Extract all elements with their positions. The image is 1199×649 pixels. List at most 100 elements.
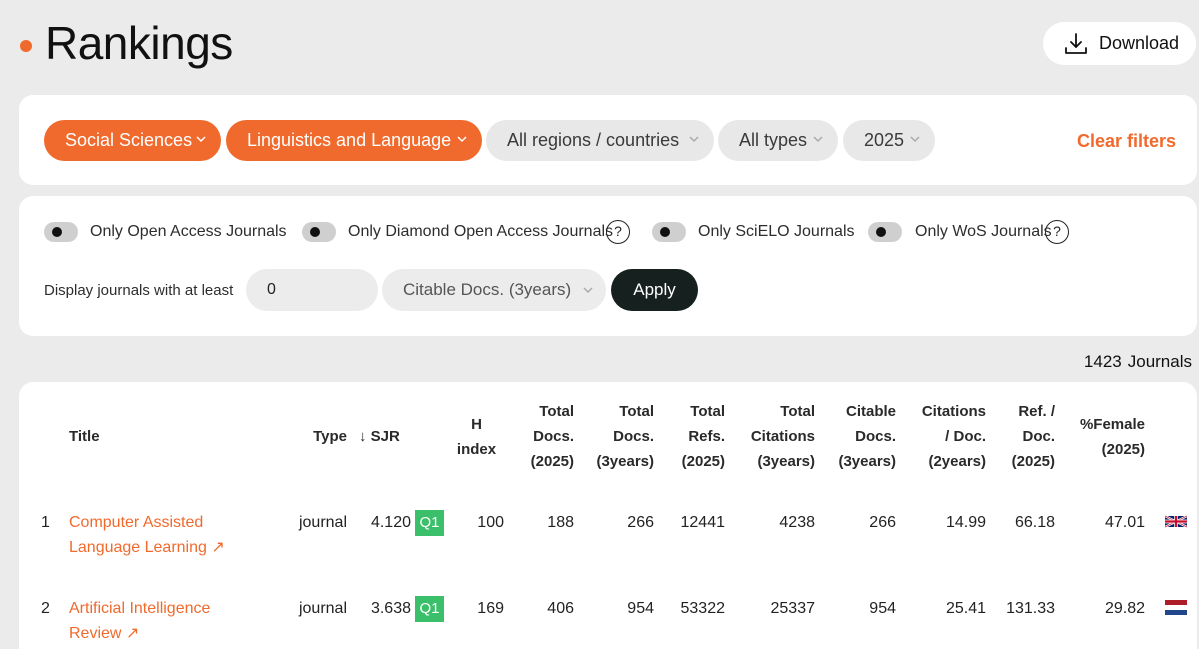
- journal-title-line: Artificial Intelligence: [69, 600, 211, 617]
- diamond-open-access-toggle[interactable]: [302, 222, 336, 242]
- header-line: (2025): [1101, 441, 1145, 458]
- threshold-input[interactable]: [246, 269, 378, 311]
- header-line: Refs.: [688, 428, 725, 445]
- result-count-number: 1423: [1083, 352, 1122, 371]
- uk-flag-icon: [1165, 515, 1187, 528]
- subject-area-value: Social Sciences: [65, 130, 193, 150]
- header-line: (2025): [1011, 453, 1055, 470]
- journal-title-link[interactable]: Artificial Intelligence Review ↗: [69, 596, 210, 646]
- chevron-down-icon: [196, 136, 206, 143]
- header-line: Total: [690, 403, 725, 420]
- total-docs-3y-value: 266: [627, 514, 654, 531]
- total-refs-value: 12441: [680, 514, 726, 531]
- region-value: All regions / countries: [507, 130, 680, 150]
- ref-per-doc-value: 131.33: [1006, 600, 1055, 617]
- filters-panel: Social Sciences Linguistics and Language…: [19, 95, 1197, 185]
- header-ref-per-doc[interactable]: Ref. / Doc. (2025): [995, 399, 1055, 474]
- header-line: (3years): [596, 453, 654, 470]
- header-line: Total: [539, 403, 574, 420]
- header-line: (2025): [681, 453, 725, 470]
- clear-filters-button[interactable]: Clear filters: [1077, 131, 1176, 152]
- h-index-value: 100: [477, 514, 504, 531]
- journal-type: journal: [298, 514, 347, 531]
- header-line: Doc.: [1022, 428, 1055, 445]
- chevron-down-icon: [583, 287, 593, 294]
- total-docs-year-value: 188: [547, 514, 574, 531]
- header-total-docs-3y[interactable]: Total Docs. (3years): [584, 399, 654, 474]
- sjr-value: 4.120: [370, 514, 411, 531]
- header-line: Citations: [921, 403, 986, 420]
- header-sjr[interactable]: ↓ SJR: [359, 424, 419, 449]
- threshold-metric-value: Citable Docs. (3years): [403, 280, 572, 299]
- quartile-badge: Q1: [415, 596, 444, 622]
- region-dropdown[interactable]: All regions / countries: [486, 120, 714, 161]
- journal-title-line: Review ↗: [69, 625, 140, 642]
- open-access-toggle[interactable]: [44, 222, 78, 242]
- netherlands-flag-icon: [1165, 600, 1187, 615]
- options-panel: Only Open Access Journals Only Diamond O…: [19, 196, 1197, 336]
- chevron-down-icon: [457, 136, 467, 143]
- type-dropdown[interactable]: All types: [718, 120, 838, 161]
- header-line: (2025): [530, 453, 574, 470]
- total-citations-value: 4238: [779, 514, 815, 531]
- female-value: 47.01: [1104, 514, 1145, 531]
- header-line: / Doc.: [945, 428, 986, 445]
- header-female[interactable]: %Female (2025): [1071, 412, 1145, 462]
- result-count: 1423 Journals: [1084, 352, 1192, 372]
- diamond-open-access-label: Only Diamond Open Access Journals: [348, 223, 614, 240]
- ref-per-doc-value: 66.18: [1014, 514, 1055, 531]
- download-button[interactable]: Download: [1043, 22, 1196, 65]
- total-refs-value: 53322: [680, 600, 726, 617]
- subject-category-value: Linguistics and Language: [247, 130, 452, 150]
- header-title[interactable]: Title: [69, 424, 100, 449]
- page-header: Rankings Download: [0, 0, 1199, 90]
- page-title: Rankings: [45, 17, 233, 69]
- header-line: Docs.: [855, 428, 896, 445]
- toggle-row: Only Open Access Journals Only Diamond O…: [19, 220, 1197, 244]
- header-total-docs-year[interactable]: Total Docs. (2025): [514, 399, 574, 474]
- chevron-down-icon: [689, 136, 699, 143]
- header-citations-per-doc[interactable]: Citations / Doc. (2years): [906, 399, 986, 474]
- header-line: Docs.: [613, 428, 654, 445]
- header-total-citations[interactable]: Total Citations (3years): [734, 399, 815, 474]
- journal-title-line: Computer Assisted: [69, 514, 204, 531]
- rank-number: 2: [41, 600, 50, 617]
- header-total-refs[interactable]: Total Refs. (2025): [664, 399, 725, 474]
- header-line: Total: [619, 403, 654, 420]
- rank-number: 1: [41, 514, 50, 531]
- citable-docs-value: 266: [869, 514, 896, 531]
- scielo-toggle[interactable]: [652, 222, 686, 242]
- help-icon[interactable]: ?: [606, 220, 630, 244]
- result-count-unit: Journals: [1127, 352, 1192, 371]
- header-line: Total: [780, 403, 815, 420]
- header-line: (3years): [838, 453, 896, 470]
- subject-area-dropdown[interactable]: Social Sciences: [44, 120, 221, 161]
- header-h-index-line: index: [456, 441, 497, 458]
- type-value: All types: [739, 130, 808, 150]
- total-docs-3y-value: 954: [627, 600, 654, 617]
- header-line: Citable: [845, 403, 896, 420]
- citable-docs-value: 954: [869, 600, 896, 617]
- header-h-index[interactable]: H index: [449, 412, 504, 462]
- total-citations-value: 25337: [770, 600, 816, 617]
- citations-per-doc-value: 25.41: [945, 600, 986, 617]
- sjr-value: 3.638: [370, 600, 411, 617]
- threshold-metric-dropdown[interactable]: Citable Docs. (3years): [382, 269, 606, 311]
- apply-button[interactable]: Apply: [611, 269, 698, 311]
- threshold-label: Display journals with at least: [44, 282, 234, 299]
- wos-toggle[interactable]: [868, 222, 902, 242]
- header-line: Ref. /: [1018, 403, 1055, 420]
- status-dot: [20, 40, 32, 52]
- subject-category-dropdown[interactable]: Linguistics and Language: [226, 120, 482, 161]
- header-type[interactable]: Type: [302, 424, 347, 449]
- help-icon[interactable]: ?: [1045, 220, 1069, 244]
- header-line: (3years): [757, 453, 815, 470]
- header-line: Docs.: [533, 428, 574, 445]
- h-index-value: 169: [477, 600, 504, 617]
- header-line: %Female: [1079, 416, 1145, 433]
- journal-title-link[interactable]: Computer Assisted Language Learning ↗: [69, 510, 225, 560]
- header-citable-docs[interactable]: Citable Docs. (3years): [824, 399, 896, 474]
- quartile-badge: Q1: [415, 510, 444, 536]
- header-line: Citations: [750, 428, 815, 445]
- year-dropdown[interactable]: 2025: [843, 120, 935, 161]
